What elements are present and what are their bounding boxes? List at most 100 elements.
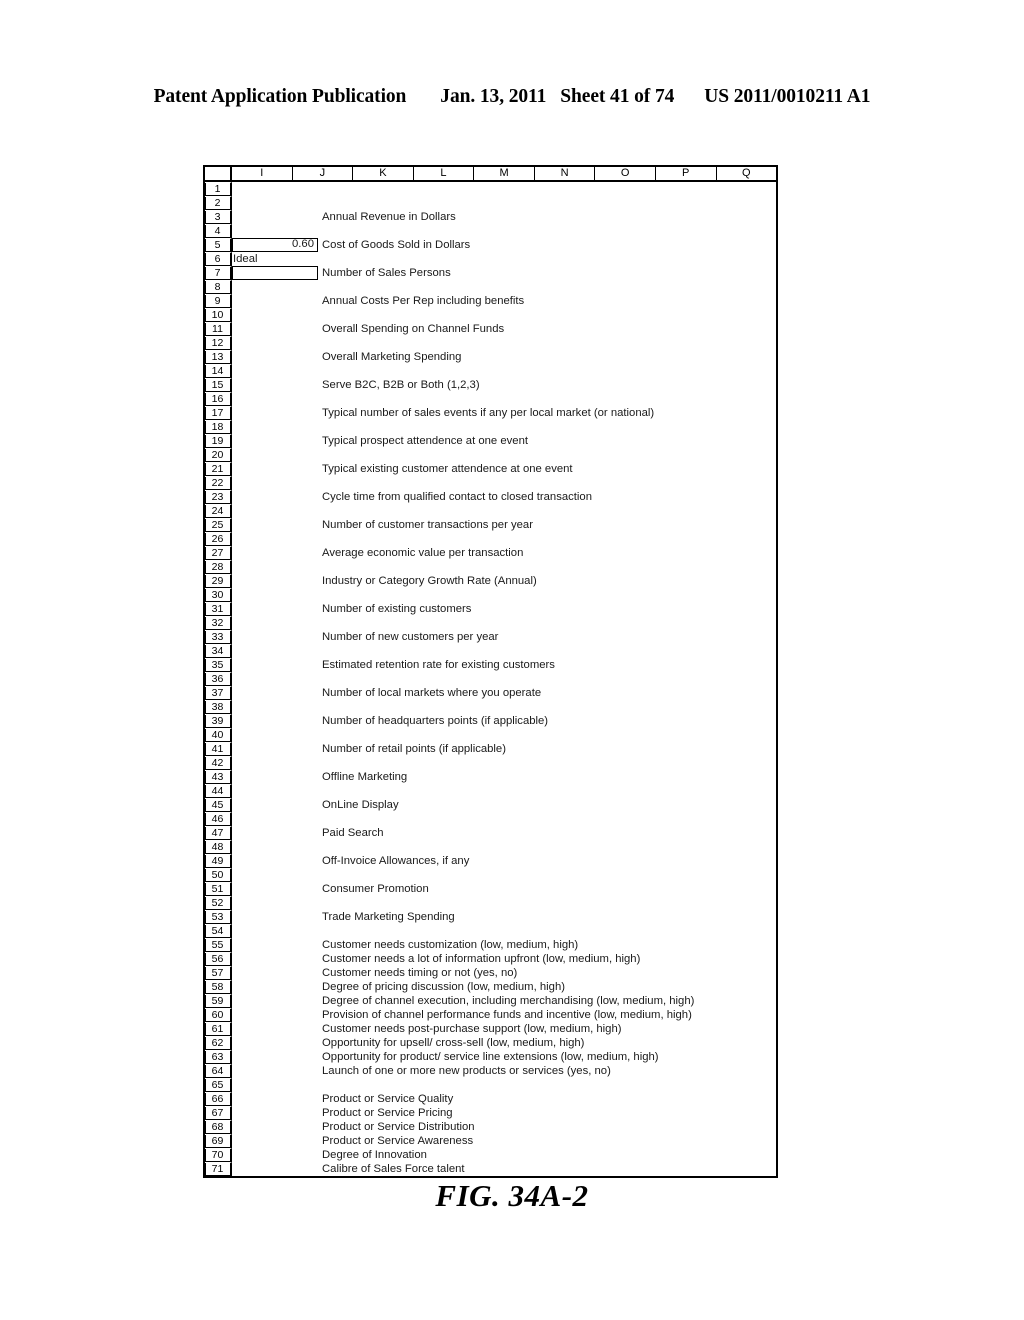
row-header-68[interactable]: 68 <box>205 1120 232 1134</box>
row-body <box>232 392 776 406</box>
column-header-p[interactable]: P <box>656 167 717 180</box>
row-header-2[interactable]: 2 <box>205 196 232 210</box>
row-header-69[interactable]: 69 <box>205 1134 232 1148</box>
row-header-70[interactable]: 70 <box>205 1148 232 1162</box>
row-body: Number of customer transactions per year <box>232 518 776 532</box>
row-header-13[interactable]: 13 <box>205 350 232 364</box>
row-header-63[interactable]: 63 <box>205 1050 232 1064</box>
row-header-34[interactable]: 34 <box>205 644 232 658</box>
row-header-62[interactable]: 62 <box>205 1036 232 1050</box>
row-body: Number of existing customers <box>232 602 776 616</box>
row-header-28[interactable]: 28 <box>205 560 232 574</box>
row-header-35[interactable]: 35 <box>205 658 232 672</box>
row-header-60[interactable]: 60 <box>205 1008 232 1022</box>
row-header-5[interactable]: 5 <box>205 238 232 252</box>
row-header-48[interactable]: 48 <box>205 840 232 854</box>
row-header-27[interactable]: 27 <box>205 546 232 560</box>
row-header-14[interactable]: 14 <box>205 364 232 378</box>
row-header-54[interactable]: 54 <box>205 924 232 938</box>
row-header-17[interactable]: 17 <box>205 406 232 420</box>
spreadsheet-row: 10 <box>205 308 776 322</box>
row-header-10[interactable]: 10 <box>205 308 232 322</box>
column-header-j[interactable]: J <box>293 167 354 180</box>
spreadsheet-row: 58 Degree of pricing discussion (low, med… <box>205 980 776 994</box>
row-header-52[interactable]: 52 <box>205 896 232 910</box>
row-header-49[interactable]: 49 <box>205 854 232 868</box>
row-header-20[interactable]: 20 <box>205 448 232 462</box>
cell-i5[interactable]: 0.60 <box>232 238 318 252</box>
row-header-4[interactable]: 4 <box>205 224 232 238</box>
row-header-11[interactable]: 11 <box>205 322 232 336</box>
column-header-k[interactable]: K <box>353 167 414 180</box>
row-header-47[interactable]: 47 <box>205 826 232 840</box>
row-header-46[interactable]: 46 <box>205 812 232 826</box>
column-header-i[interactable]: I <box>232 167 293 180</box>
row-header-66[interactable]: 66 <box>205 1092 232 1106</box>
row-header-21[interactable]: 21 <box>205 462 232 476</box>
column-header-l[interactable]: L <box>414 167 475 180</box>
row-header-39[interactable]: 39 <box>205 714 232 728</box>
row-header-53[interactable]: 53 <box>205 910 232 924</box>
row-header-41[interactable]: 41 <box>205 742 232 756</box>
cell-i7[interactable] <box>232 266 318 280</box>
row-header-40[interactable]: 40 <box>205 728 232 742</box>
row-header-12[interactable]: 12 <box>205 336 232 350</box>
row-header-36[interactable]: 36 <box>205 672 232 686</box>
row-header-6[interactable]: 6 <box>205 252 232 266</box>
spreadsheet-row: 50 <box>205 868 776 882</box>
row-header-16[interactable]: 16 <box>205 392 232 406</box>
row-label-17: Typical number of sales events if any pe… <box>322 407 655 419</box>
row-header-43[interactable]: 43 <box>205 770 232 784</box>
row-header-9[interactable]: 9 <box>205 294 232 308</box>
row-body <box>232 868 776 882</box>
row-header-51[interactable]: 51 <box>205 882 232 896</box>
row-header-3[interactable]: 3 <box>205 210 232 224</box>
row-header-61[interactable]: 61 <box>205 1022 232 1036</box>
row-header-44[interactable]: 44 <box>205 784 232 798</box>
cell-i6[interactable]: Ideal <box>233 252 258 266</box>
row-header-56[interactable]: 56 <box>205 952 232 966</box>
column-header-n[interactable]: N <box>535 167 596 180</box>
column-header-m[interactable]: M <box>474 167 535 180</box>
row-header-18[interactable]: 18 <box>205 420 232 434</box>
row-header-7[interactable]: 7 <box>205 266 232 280</box>
row-header-22[interactable]: 22 <box>205 476 232 490</box>
row-header-26[interactable]: 26 <box>205 532 232 546</box>
row-header-64[interactable]: 64 <box>205 1064 232 1078</box>
row-header-24[interactable]: 24 <box>205 504 232 518</box>
select-all-corner[interactable] <box>205 167 232 180</box>
row-header-57[interactable]: 57 <box>205 966 232 980</box>
row-header-19[interactable]: 19 <box>205 434 232 448</box>
spreadsheet-row: 23 Cycle time from qualified contact to c… <box>205 490 776 504</box>
row-header-42[interactable]: 42 <box>205 756 232 770</box>
spreadsheet-row: 55 Customer needs customization (low, med… <box>205 938 776 952</box>
row-header-67[interactable]: 67 <box>205 1106 232 1120</box>
row-header-30[interactable]: 30 <box>205 588 232 602</box>
row-header-37[interactable]: 37 <box>205 686 232 700</box>
row-header-15[interactable]: 15 <box>205 378 232 392</box>
row-header-32[interactable]: 32 <box>205 616 232 630</box>
row-body: Typical existing customer attendence at … <box>232 462 776 476</box>
row-header-45[interactable]: 45 <box>205 798 232 812</box>
row-header-38[interactable]: 38 <box>205 700 232 714</box>
row-header-1[interactable]: 1 <box>205 182 232 196</box>
row-header-55[interactable]: 55 <box>205 938 232 952</box>
column-header-o[interactable]: O <box>595 167 656 180</box>
row-header-59[interactable]: 59 <box>205 994 232 1008</box>
row-label-60: Provision of channel performance funds a… <box>322 1009 692 1021</box>
row-header-33[interactable]: 33 <box>205 630 232 644</box>
row-header-58[interactable]: 58 <box>205 980 232 994</box>
row-header-29[interactable]: 29 <box>205 574 232 588</box>
row-header-23[interactable]: 23 <box>205 490 232 504</box>
column-header-q[interactable]: Q <box>717 167 777 180</box>
row-header-31[interactable]: 31 <box>205 602 232 616</box>
row-body: Opportunity for upsell/ cross-sell (low,… <box>232 1036 776 1050</box>
row-header-71[interactable]: 71 <box>205 1162 232 1176</box>
row-header-50[interactable]: 50 <box>205 868 232 882</box>
row-label-49: Off-Invoice Allowances, if any <box>322 855 470 867</box>
row-header-25[interactable]: 25 <box>205 518 232 532</box>
spreadsheet-row: 25 Number of customer transactions per ye… <box>205 518 776 532</box>
row-header-65[interactable]: 65 <box>205 1078 232 1092</box>
row-header-8[interactable]: 8 <box>205 280 232 294</box>
row-label-58: Degree of pricing discussion (low, mediu… <box>322 981 565 993</box>
